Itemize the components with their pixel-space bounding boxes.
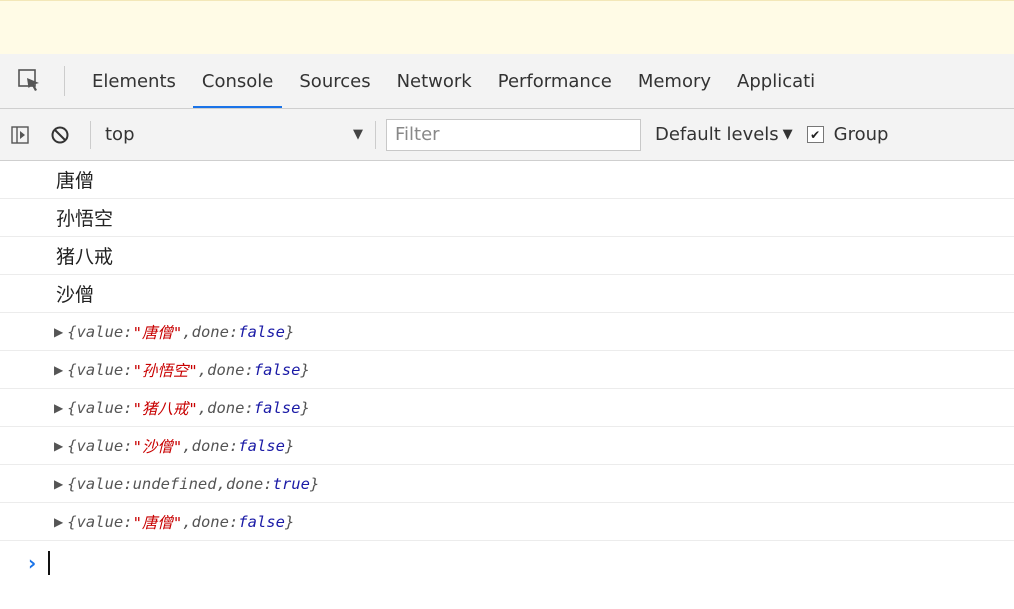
object-done: true (272, 474, 310, 493)
text-caret (48, 551, 51, 575)
tab-label: Memory (637, 70, 712, 92)
object-key: value (76, 398, 124, 417)
tab-separator (64, 66, 65, 96)
object-key: done (225, 474, 264, 493)
dropdown-arrow-icon: ▼ (353, 127, 363, 142)
clear-console-button[interactable] (40, 109, 80, 160)
object-key: done (191, 322, 229, 341)
object-value: "唐僧" (132, 513, 183, 532)
tab-sources[interactable]: Sources (286, 54, 383, 108)
show-sidebar-button[interactable] (0, 109, 40, 160)
sidebar-toggle-icon (11, 125, 29, 144)
prompt-chevron-icon: › (28, 551, 37, 575)
log-text: 沙僧 (56, 284, 95, 306)
object-value: "猪八戒" (132, 399, 198, 418)
log-text: 孙悟空 (56, 208, 114, 230)
inspect-element-button[interactable] (0, 54, 60, 108)
console-prompt[interactable]: › (0, 541, 1014, 585)
object-key: done (207, 398, 245, 417)
tab-performance[interactable]: Performance (485, 54, 625, 108)
console-toolbar: top ▼ Default levels ▼ ✔ Group (0, 109, 1014, 161)
object-key: value (76, 360, 124, 379)
object-key: value (76, 322, 124, 341)
tab-application[interactable]: Applicati (724, 54, 828, 108)
object-value: "孙悟空" (132, 361, 198, 380)
group-similar-toggle[interactable]: ✔ Group (806, 124, 889, 145)
clear-icon (51, 126, 69, 143)
object-key: done (207, 360, 245, 379)
tab-memory[interactable]: Memory (625, 54, 724, 108)
console-log-row: 孙悟空 (0, 199, 1014, 237)
dropdown-arrow-icon: ▼ (782, 127, 793, 142)
log-text: 猪八戒 (56, 246, 114, 268)
expand-triangle-icon[interactable]: ▶ (54, 401, 63, 415)
console-object-row[interactable]: ▶{value: "猪八戒", done: false} (0, 389, 1014, 427)
object-key: value (76, 512, 124, 531)
toolbar-separator (375, 120, 376, 149)
log-text: 唐僧 (56, 170, 95, 192)
expand-triangle-icon[interactable]: ▶ (54, 515, 63, 529)
devtools-tab-bar: Elements Console Sources Network Perform… (0, 54, 1014, 109)
object-done: false (238, 322, 285, 341)
object-value: undefined (132, 474, 217, 493)
console-log-row: 猪八戒 (0, 237, 1014, 275)
tab-elements[interactable]: Elements (79, 54, 189, 108)
filter-input[interactable] (386, 118, 641, 151)
console-log-row: 沙僧 (0, 275, 1014, 313)
tab-label: Network (396, 70, 472, 92)
context-label: top (105, 124, 135, 145)
object-done: false (253, 360, 301, 379)
object-key: done (191, 512, 229, 531)
expand-triangle-icon[interactable]: ▶ (54, 477, 63, 491)
console-object-row[interactable]: ▶{value: "唐僧", done: false} (0, 503, 1014, 541)
notification-banner (0, 0, 1014, 54)
tab-label: Console (201, 70, 274, 92)
tab-console[interactable]: Console (189, 54, 286, 108)
object-value: "沙僧" (132, 437, 183, 456)
object-done: false (238, 436, 285, 455)
log-levels-dropdown[interactable]: Default levels ▼ (655, 124, 793, 145)
console-object-row[interactable]: ▶{value: undefined, done: true} (0, 465, 1014, 503)
console-object-row[interactable]: ▶{value: "孙悟空", done: false} (0, 351, 1014, 389)
tab-label: Elements (92, 70, 176, 92)
console-log-row: 唐僧 (0, 161, 1014, 199)
checkbox-checked-icon[interactable]: ✔ (806, 126, 824, 143)
object-value: "唐僧" (132, 323, 183, 342)
object-done: false (253, 398, 301, 417)
tab-label: Performance (497, 70, 612, 92)
tab-network[interactable]: Network (384, 54, 485, 108)
inspect-cursor-icon (18, 69, 39, 91)
levels-label: Default levels (655, 124, 779, 145)
tab-label: Sources (299, 70, 371, 92)
expand-triangle-icon[interactable]: ▶ (54, 363, 63, 377)
tab-label: Applicati (737, 70, 816, 92)
expand-triangle-icon[interactable]: ▶ (54, 439, 63, 453)
object-key: done (191, 436, 229, 455)
console-object-row[interactable]: ▶{value: "唐僧", done: false} (0, 313, 1014, 351)
object-key: value (76, 474, 124, 493)
toolbar-separator (90, 120, 91, 149)
expand-triangle-icon[interactable]: ▶ (54, 325, 63, 339)
object-done: false (238, 512, 285, 531)
console-output: 唐僧 孙悟空 猪八戒 沙僧 ▶{value: "唐僧", done: false… (0, 161, 1014, 585)
object-key: value (76, 436, 124, 455)
console-object-row[interactable]: ▶{value: "沙僧", done: false} (0, 427, 1014, 465)
group-label: Group (833, 124, 889, 145)
context-selector[interactable]: top ▼ (101, 124, 365, 145)
